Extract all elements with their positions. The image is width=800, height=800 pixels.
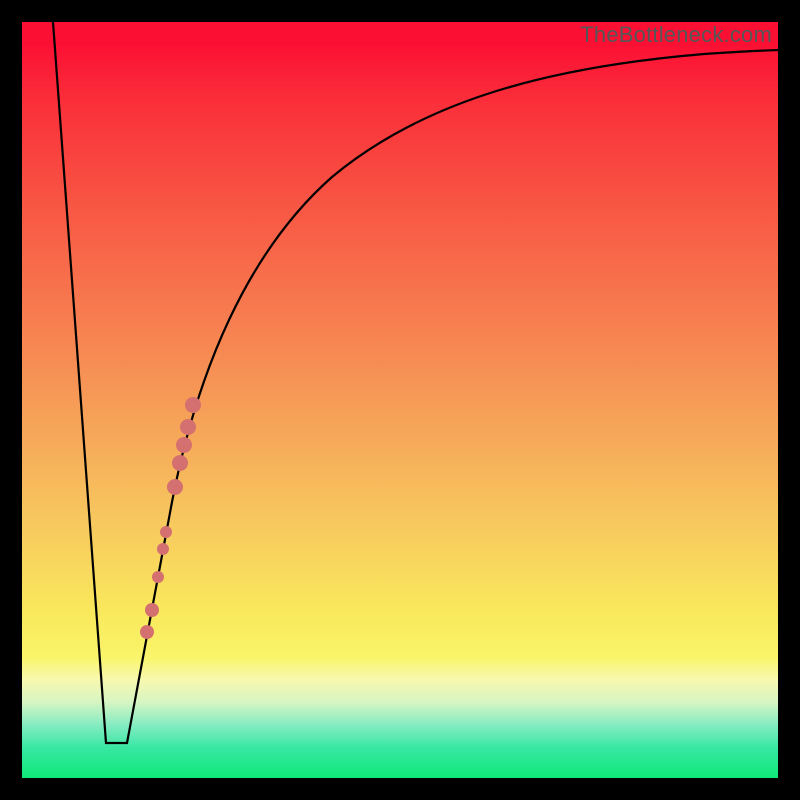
bottleneck-curve xyxy=(53,22,778,743)
curve-marker xyxy=(157,543,169,555)
plot-area: TheBottleneck.com xyxy=(22,22,778,778)
curve-marker xyxy=(172,455,188,471)
overlay-svg xyxy=(22,22,778,778)
curve-marker xyxy=(180,419,196,435)
chart-frame: TheBottleneck.com xyxy=(0,0,800,800)
curve-marker xyxy=(176,437,192,453)
curve-marker xyxy=(152,571,164,583)
curve-marker xyxy=(185,397,201,413)
curve-marker xyxy=(167,479,183,495)
curve-marker xyxy=(160,526,172,538)
curve-marker xyxy=(140,625,154,639)
curve-marker xyxy=(145,603,159,617)
